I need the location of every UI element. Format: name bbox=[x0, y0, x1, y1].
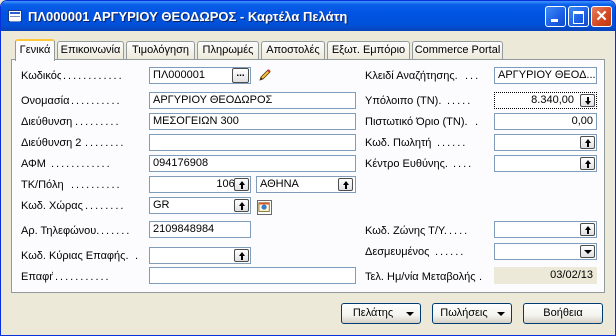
name-field[interactable]: ΑΡΓΥΡΙΟΥ ΘΕΟΔΩΡΟΣ bbox=[149, 92, 356, 109]
customer-menu-label: Πελάτης bbox=[352, 307, 394, 319]
phone-leader: ...... bbox=[101, 225, 132, 237]
contact-code-leader: . bbox=[135, 250, 141, 262]
chevron-down-icon bbox=[497, 312, 505, 316]
form-icon bbox=[8, 10, 22, 22]
credit-limit-leader: . bbox=[475, 116, 481, 128]
country-leader: ........ bbox=[85, 200, 126, 212]
zone-leader: .... bbox=[449, 225, 470, 237]
chevron-down-icon bbox=[406, 312, 414, 316]
address2-leader: ........ bbox=[85, 137, 126, 149]
blocked-label: Δεσμευμένος bbox=[365, 246, 430, 258]
vat-label: ΑΦΜ bbox=[21, 158, 46, 170]
customer-menu-button[interactable]: Πελάτης bbox=[341, 303, 421, 324]
address-field[interactable]: ΜΕΣΟΓΕΙΩΝ 300 bbox=[149, 113, 356, 130]
name-label: Ονομασία bbox=[21, 95, 69, 107]
balance-drilldown-button[interactable] bbox=[580, 94, 595, 107]
tab-commerce-portal[interactable]: Commerce Portal bbox=[412, 41, 503, 60]
search-key-leader: ... bbox=[465, 70, 481, 82]
salesperson-lookup-button[interactable] bbox=[580, 136, 595, 149]
credit-limit-label: Πιστωτικό Όριο (ΤΝ). bbox=[365, 116, 468, 128]
tab-payments[interactable]: Πληρωμές bbox=[197, 41, 259, 60]
address2-field[interactable] bbox=[149, 134, 356, 151]
tab-shipping[interactable]: Αποστολές bbox=[261, 41, 325, 60]
responsibility-label: Κέντρο Ευθύνης. bbox=[365, 158, 448, 170]
search-key-label: Κλειδί Αναζήτησης. bbox=[365, 70, 458, 82]
blocked-dropdown-button[interactable] bbox=[580, 245, 595, 258]
minimize-icon bbox=[546, 7, 565, 26]
close-button[interactable]: ✕ bbox=[591, 6, 612, 27]
salesperson-leader: ...... bbox=[437, 137, 468, 149]
postal-city-leader: .......... bbox=[71, 179, 122, 191]
tab-invoicing[interactable]: Τιμολόγηση bbox=[126, 41, 195, 60]
vat-leader: ............ bbox=[51, 158, 112, 170]
maximize-button[interactable] bbox=[568, 6, 589, 27]
country-label: Κωδ. Χώρας. bbox=[21, 200, 83, 212]
sales-menu-label: Πωλήσεις bbox=[440, 307, 488, 319]
contact-leader: ........... bbox=[55, 271, 111, 283]
phone-field[interactable]: 2109848984 bbox=[149, 221, 251, 238]
postal-code-lookup-button[interactable] bbox=[234, 178, 249, 191]
search-key-field[interactable]: ΑΡΓΥΡΙΟΥ ΘΕΟΔ... bbox=[494, 67, 597, 84]
code-leader: ............ bbox=[63, 70, 124, 82]
balance-leader: ..... bbox=[447, 95, 473, 107]
contact-label: Επαφή bbox=[21, 271, 53, 283]
window-title: ΠΛ000001 ΑΡΓΥΡΙΟΥ ΘΕΟΔΩΡΟΣ - Καρτέλα Πελ… bbox=[28, 9, 348, 24]
code-label: Κωδικός bbox=[21, 70, 61, 82]
title-bar[interactable]: ΠΛ000001 ΑΡΓΥΡΙΟΥ ΘΕΟΔΩΡΟΣ - Καρτέλα Πελ… bbox=[1, 1, 615, 31]
country-lookup-button[interactable] bbox=[234, 199, 249, 212]
name-leader: .......... bbox=[71, 95, 122, 107]
blocked-leader: ...... bbox=[435, 246, 466, 258]
last-modified-label: Τελ. Ημ/νία Μεταβολής bbox=[365, 271, 476, 283]
credit-limit-field[interactable]: 0,00 bbox=[494, 113, 597, 130]
country-card-icon[interactable] bbox=[257, 200, 272, 215]
tab-foreign-trade[interactable]: Εξωτ. Εμπόριο bbox=[327, 41, 410, 60]
last-modified-field: 03/02/13 bbox=[494, 267, 597, 284]
responsibility-leader: .... bbox=[453, 158, 474, 170]
close-icon: ✕ bbox=[595, 8, 608, 25]
phone-label: Αρ. Τηλεφώνου. bbox=[21, 225, 99, 237]
zone-label: Κωδ. Ζώνης Τ/Υ. bbox=[365, 225, 447, 237]
zone-lookup-button[interactable] bbox=[580, 223, 595, 236]
salesperson-label: Κωδ. Πωλητή bbox=[365, 137, 432, 149]
vat-field[interactable]: 094176908 bbox=[149, 155, 356, 172]
contact-field[interactable] bbox=[149, 267, 356, 284]
address-label: Διεύθυνση bbox=[21, 116, 73, 128]
edit-pencil-icon[interactable] bbox=[257, 67, 273, 83]
help-button[interactable]: Βοήθεια bbox=[523, 303, 603, 324]
sales-menu-button[interactable]: Πωλήσεις bbox=[432, 303, 512, 324]
tab-general[interactable]: Γενικά bbox=[15, 39, 55, 61]
help-label: Βοήθεια bbox=[543, 307, 583, 319]
city-lookup-button[interactable] bbox=[338, 178, 353, 191]
responsibility-lookup-button[interactable] bbox=[580, 157, 595, 170]
contact-code-lookup-button[interactable] bbox=[234, 249, 249, 262]
maximize-icon bbox=[569, 7, 588, 26]
minimize-button[interactable] bbox=[545, 6, 566, 27]
customer-card-window: ΠΛ000001 ΑΡΓΥΡΙΟΥ ΘΕΟΔΩΡΟΣ - Καρτέλα Πελ… bbox=[0, 0, 616, 336]
contact-code-label: Κωδ. Κύριας Επαφής. bbox=[21, 250, 129, 262]
tab-communication[interactable]: Επικοινωνία bbox=[57, 41, 124, 60]
postal-city-label: ΤΚ/Πόλη bbox=[21, 179, 64, 191]
code-lookup-button[interactable]: ... bbox=[232, 68, 249, 83]
address2-label: Διεύθυνση 2 bbox=[21, 137, 82, 149]
last-modified-leader: . bbox=[479, 271, 485, 283]
address-leader: ......... bbox=[75, 116, 121, 128]
balance-label: Υπόλοιπο (ΤΝ). bbox=[365, 95, 442, 107]
